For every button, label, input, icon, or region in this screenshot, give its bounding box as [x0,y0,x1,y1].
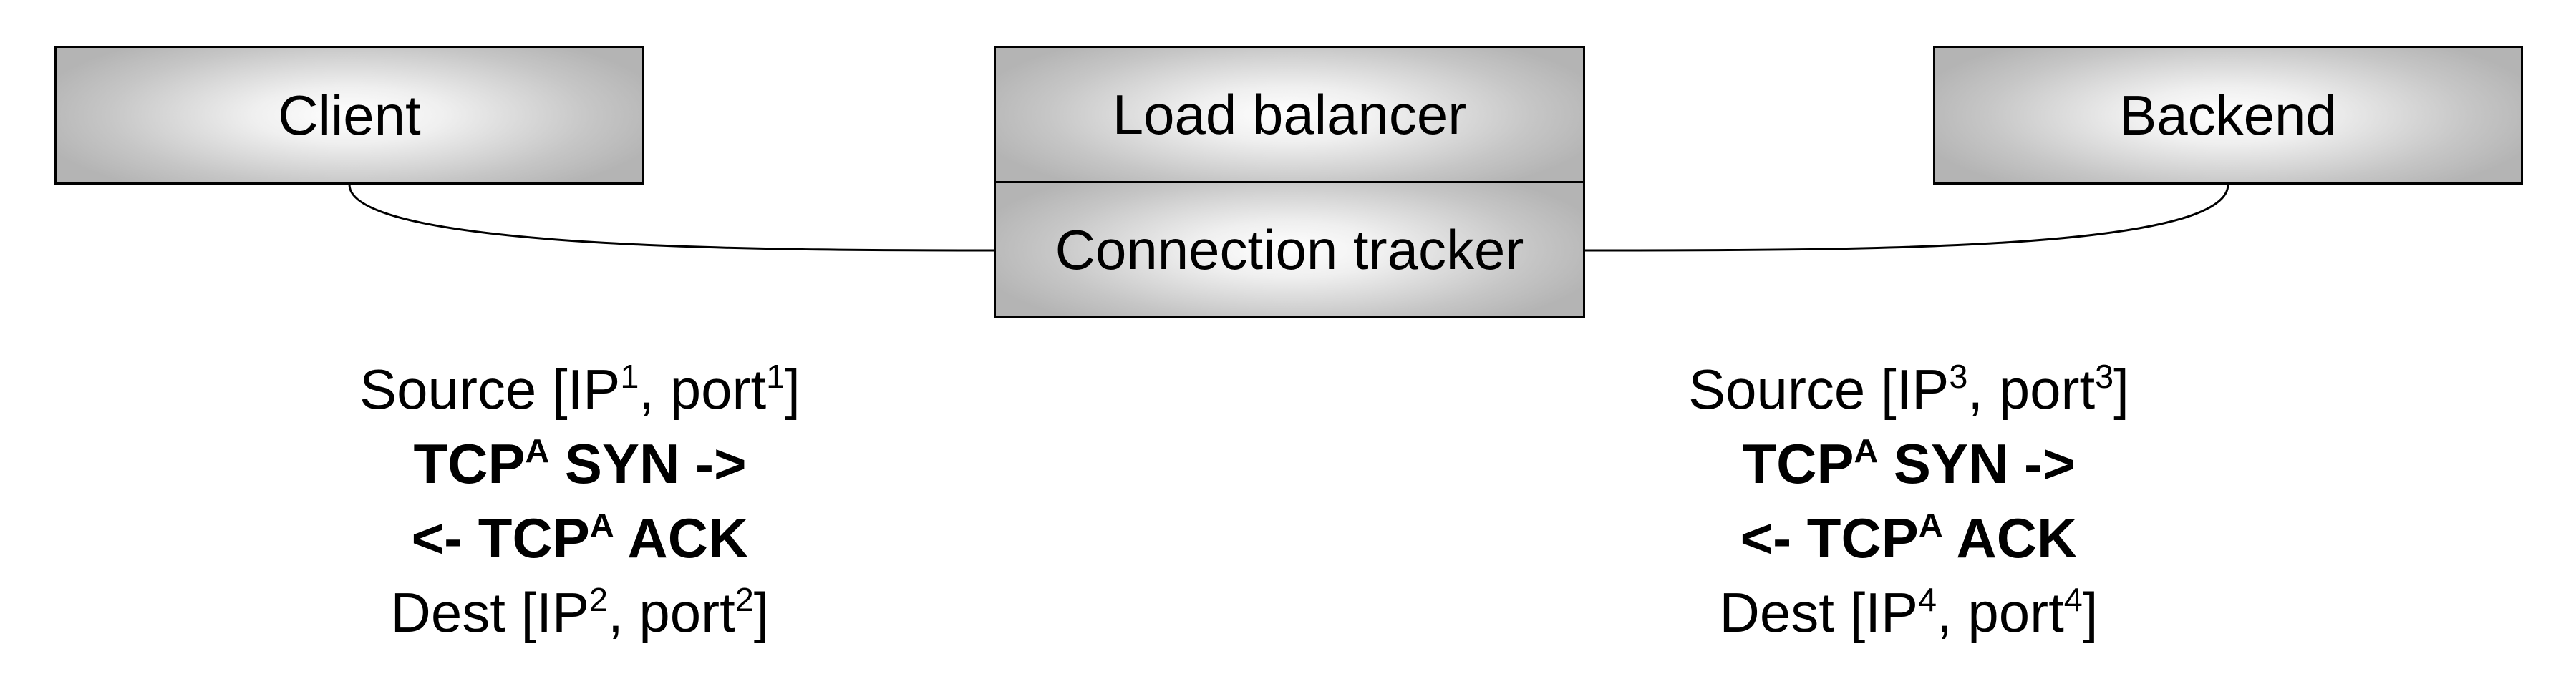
dest-mid: , port [608,581,735,644]
client-to-tracker-connector [348,184,994,252]
source-prefix: Source [IP [359,358,621,421]
source-suffix: ] [785,358,800,421]
dest-prefix: Dest [IP [390,581,589,644]
dest-suffix: ] [753,581,770,644]
connection-tracker-box: Connection tracker [994,181,1585,318]
backend-box: Backend [1933,46,2523,185]
dest-port-superscript: 4 [2063,580,2083,618]
client-dest-line: Dest [IP2, port2] [258,575,902,650]
backend-connection-info: Source [IP3, port3] TCPA SYN -> <- TCPA … [1587,352,2231,650]
ack-prefix: <- TCP [1740,507,1919,570]
source-suffix: ] [2113,358,2129,421]
dest-mid: , port [1937,581,2064,644]
client-box: Client [54,46,644,185]
backend-label: Backend [2119,83,2337,147]
syn-superscript: A [525,431,550,469]
dest-prefix: Dest [IP [1719,581,1918,644]
backend-syn-line: TCPA SYN -> [1587,426,2231,501]
client-syn-line: TCPA SYN -> [258,426,902,501]
syn-prefix: TCP [1742,432,1854,495]
dest-ip-superscript: 2 [589,580,608,618]
syn-suffix: SYN -> [1878,432,2076,495]
load-balancer-label: Load balancer [1112,82,1467,146]
source-mid: , port [1967,358,2096,421]
load-balancer-box: Load balancer [994,46,1585,183]
ack-suffix: ACK [1942,507,2078,570]
source-ip-superscript: 3 [1949,357,1968,395]
ack-superscript: A [589,506,614,544]
syn-superscript: A [1854,431,1879,469]
source-mid: , port [639,358,767,421]
client-connection-info: Source [IP1, port1] TCPA SYN -> <- TCPA … [258,352,902,650]
source-prefix: Source [IP [1688,358,1950,421]
dest-ip-superscript: 4 [1917,580,1937,618]
network-diagram: Client Load balancer Connection tracker … [0,0,2576,684]
source-ip-superscript: 1 [620,357,639,395]
tracker-to-backend-connector [1584,184,2229,252]
source-port-superscript: 3 [2095,357,2114,395]
ack-suffix: ACK [614,507,749,570]
client-label: Client [278,83,421,147]
syn-prefix: TCP [413,432,526,495]
ack-prefix: <- TCP [411,507,590,570]
ack-superscript: A [1918,506,1943,544]
dest-port-superscript: 2 [735,580,754,618]
backend-source-line: Source [IP3, port3] [1587,352,2231,426]
syn-suffix: SYN -> [549,432,747,495]
backend-dest-line: Dest [IP4, port4] [1587,575,2231,650]
backend-ack-line: <- TCPA ACK [1587,501,2231,575]
source-port-superscript: 1 [766,357,785,395]
connection-tracker-label: Connection tracker [1055,218,1524,281]
dest-suffix: ] [2082,581,2098,644]
client-ack-line: <- TCPA ACK [258,501,902,575]
client-source-line: Source [IP1, port1] [258,352,902,426]
